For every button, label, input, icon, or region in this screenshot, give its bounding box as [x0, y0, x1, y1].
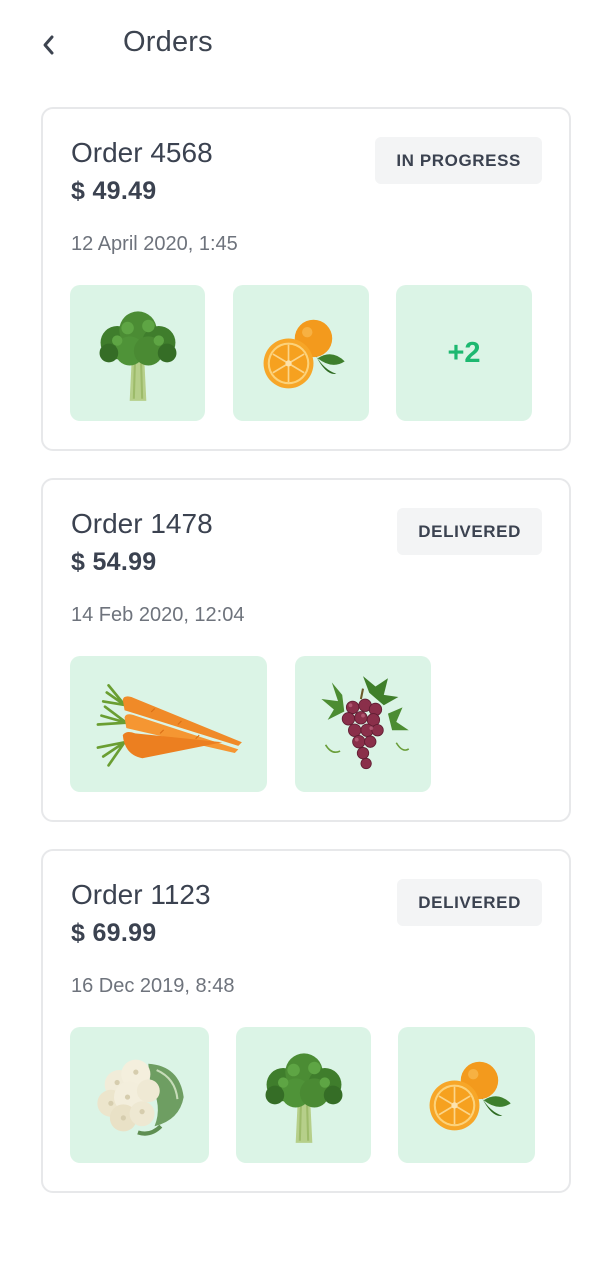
order-price: $ 69.99	[71, 919, 157, 947]
broccoli-icon	[252, 1043, 356, 1147]
header: Orders	[0, 0, 614, 90]
back-button[interactable]	[32, 27, 64, 63]
carrots-icon	[89, 680, 249, 769]
order-price: $ 54.99	[71, 548, 157, 576]
orange-icon	[415, 1043, 519, 1147]
more-items-button[interactable]: +2	[396, 285, 532, 421]
status-badge: DELIVERED	[397, 508, 542, 555]
order-card[interactable]: Order 1123 $ 69.99 16 Dec 2019, 8:48 DEL…	[41, 849, 571, 1193]
order-price: $ 49.49	[71, 177, 157, 205]
product-thumbnail[interactable]	[398, 1027, 535, 1163]
order-title: Order 4568	[71, 137, 213, 168]
order-date: 14 Feb 2020, 12:04	[71, 604, 245, 626]
orange-icon	[249, 301, 353, 405]
status-badge: DELIVERED	[397, 879, 542, 926]
order-title: Order 1478	[71, 508, 213, 539]
status-badge: IN PROGRESS	[375, 137, 542, 184]
order-date: 12 April 2020, 1:45	[71, 233, 238, 255]
cauliflower-icon	[88, 1043, 192, 1147]
product-thumbnail[interactable]	[70, 656, 267, 792]
grapes-icon	[311, 672, 415, 776]
page-title: Orders	[123, 26, 213, 58]
product-thumbnail[interactable]	[236, 1027, 371, 1163]
chevron-left-icon	[43, 35, 54, 55]
product-thumbnail[interactable]	[295, 656, 431, 792]
product-thumbnail[interactable]	[70, 1027, 209, 1163]
product-thumbnail[interactable]	[233, 285, 369, 421]
order-card[interactable]: Order 1478 $ 54.99 14 Feb 2020, 12:04 DE…	[41, 478, 571, 822]
order-date: 16 Dec 2019, 8:48	[71, 975, 235, 997]
broccoli-icon	[86, 301, 190, 405]
order-title: Order 1123	[71, 879, 211, 910]
more-items-count: +2	[447, 336, 481, 369]
product-thumbnail[interactable]	[70, 285, 205, 421]
order-card[interactable]: Order 4568 $ 49.49 12 April 2020, 1:45 I…	[41, 107, 571, 451]
